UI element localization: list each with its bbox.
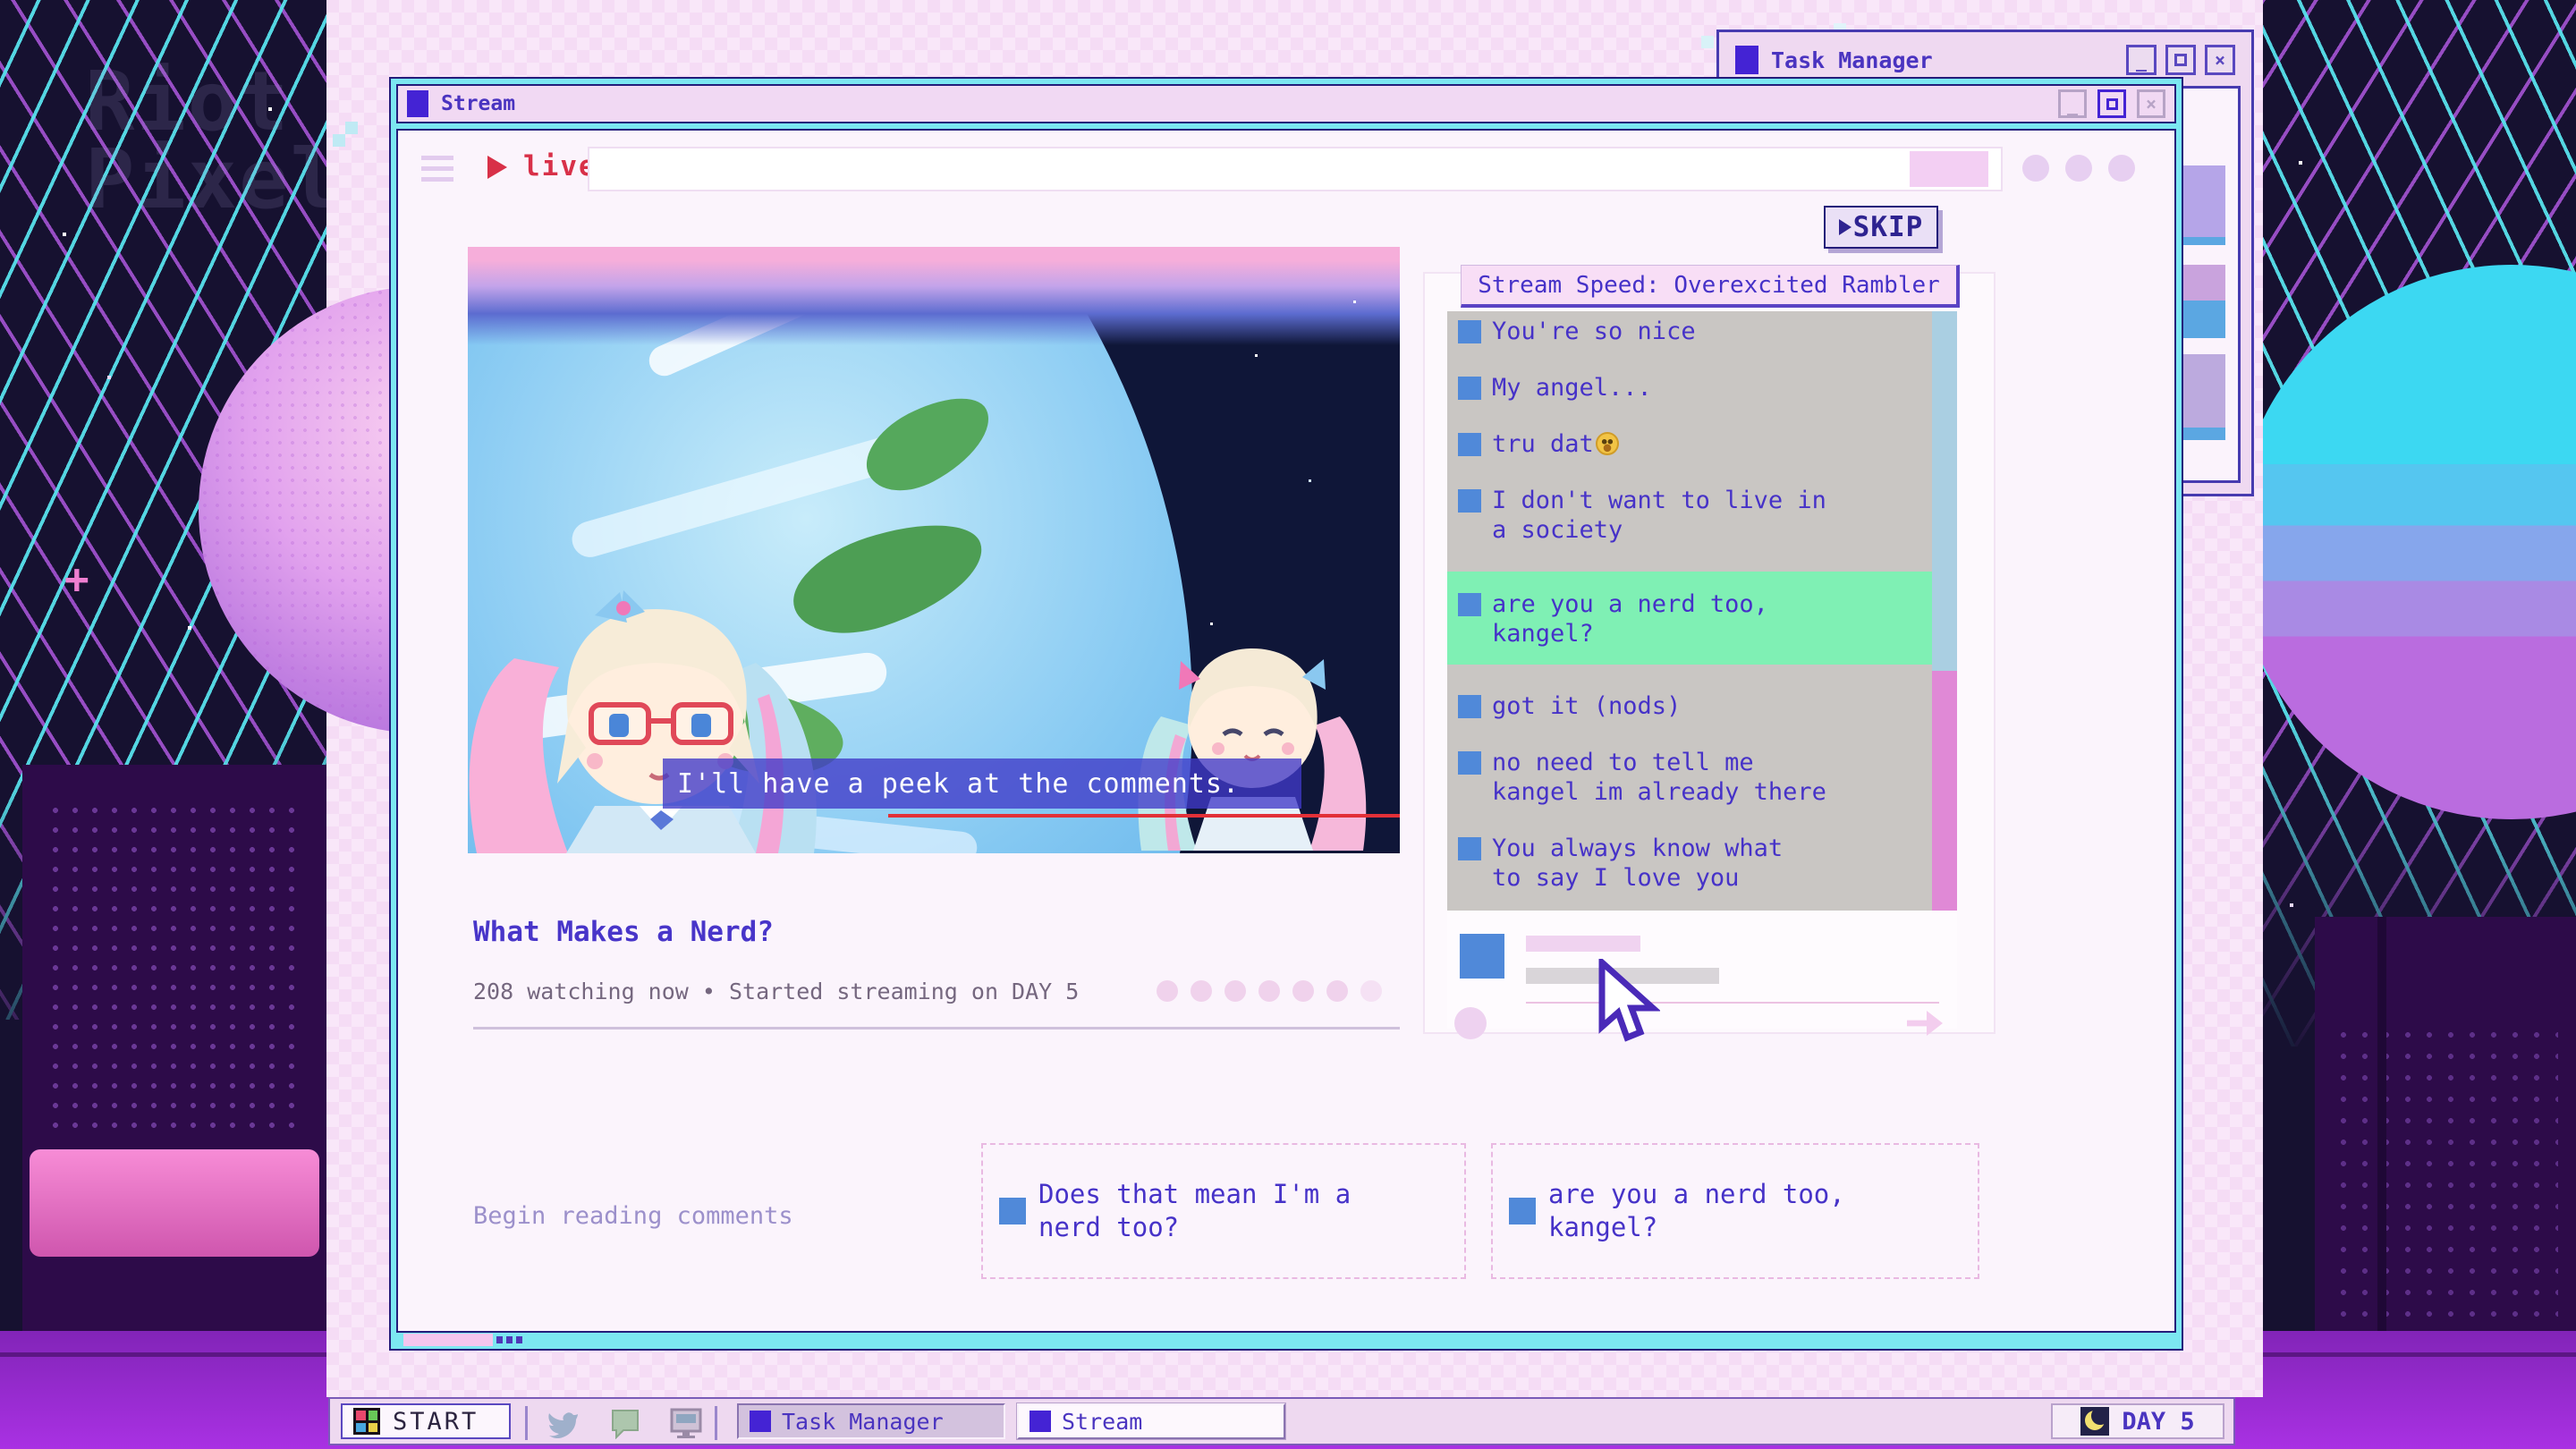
chat-panel: You're so nice My angel... tru dat I don… [1423,272,1996,1034]
maximize-icon [2174,54,2187,66]
chat-avatar [1458,489,1481,513]
taskbar-button-task-manager[interactable]: Task Manager [737,1403,1005,1439]
chat-avatar [1458,751,1481,775]
video-player: I'll have a peek at the comments. [468,247,1400,853]
chat-avatar [1458,433,1481,456]
maximize-button[interactable] [2097,89,2126,118]
live-badge: live [523,150,597,182]
stream-title: What Makes a Nerd? [473,916,774,948]
chat-message-list: You're so nice My angel... tru dat I don… [1447,311,1932,911]
pink-cylinder [30,1149,319,1257]
chat-message: I don't want to live ina society [1458,486,1921,545]
taskbar-clock: DAY 5 [2051,1403,2224,1439]
chat-message: You always know whatto say I love you [1458,834,1921,893]
begin-reading-label: Begin reading comments [473,1202,793,1230]
chrome-dot-icon [2065,155,2092,182]
bird-icon[interactable] [543,1406,586,1442]
stream-stats: 208 watching now • Started streaming on … [473,979,1079,1004]
speaker-grille [46,801,303,1131]
stream-window-icon [407,90,428,117]
task-manager-titlebar[interactable]: Task Manager _ × [1728,39,2242,80]
play-icon [1839,219,1852,235]
chat-message: My angel... [1458,373,1921,402]
divider [473,1027,1400,1030]
window-icon [1030,1411,1051,1432]
scrollbar-track[interactable] [1932,311,1957,671]
menu-icon[interactable] [421,156,453,188]
separator [715,1406,717,1440]
address-bar[interactable] [588,147,2003,191]
chat-message: no need to tell mekangel im already ther… [1458,748,1921,807]
comment-choice-1[interactable]: Does that mean I'm anerd too? [981,1143,1466,1279]
chat-avatar [1458,837,1481,860]
close-button[interactable]: × [2137,89,2165,118]
chat-avatar [1458,695,1481,718]
separator [525,1406,528,1440]
chat-message: got it (nods) [1458,691,1921,721]
skip-button[interactable]: SKIP [1824,206,1938,249]
chat-avatar [999,1198,1026,1224]
chat-avatar [1458,593,1481,616]
pixel-sprinkles [0,0,13,13]
stream-window: Stream _ × live SKIP [389,77,2183,1351]
chat-avatar [1458,320,1481,343]
scrollbar-thumb[interactable] [1932,671,1957,911]
chat-avatar [1509,1198,1536,1224]
input-placeholder-bar [1526,936,1640,952]
start-button[interactable]: START [341,1403,511,1439]
moon-icon [2080,1407,2109,1436]
chat-input-area[interactable] [1447,911,1957,1029]
comment-choice-2[interactable]: are you a nerd too,kangel? [1491,1143,1979,1279]
day-label: DAY 5 [2122,1408,2194,1436]
chat-bubble-icon[interactable] [604,1406,647,1442]
viewer-dots [1157,980,1382,1002]
task-manager-title: Task Manager [1771,47,1933,73]
progress-line [888,814,1400,818]
stream-page: live SKIP [396,129,2176,1333]
windows-logo-icon [353,1408,380,1435]
send-icon[interactable] [1907,1011,1943,1036]
subtitle: I'll have a peek at the comments. [663,758,1301,809]
smiley-emoji-icon [1596,432,1619,455]
emote-button[interactable] [1454,1007,1487,1039]
space-stars [468,247,470,250]
task-manager-icon [1735,46,1758,74]
chat-message: tru dat [1458,429,1921,459]
taskbar-button-stream[interactable]: Stream [1017,1403,1285,1439]
chrome-dot-icon [2022,155,2049,182]
chat-message-highlighted: are you a nerd too,kangel? [1447,572,1932,665]
loading-bar [403,1334,493,1346]
close-button[interactable]: × [2205,45,2235,75]
address-bar-button[interactable] [1910,151,1988,187]
maximize-button[interactable] [2165,45,2196,75]
stream-speed-label: Stream Speed: Overexcited Rambler [1461,265,1960,308]
minimize-button[interactable]: _ [2058,89,2087,118]
stream-titlebar[interactable]: Stream _ × [396,84,2176,123]
chat-avatar [1458,377,1481,400]
monitor-icon[interactable] [665,1406,708,1442]
chat-message: You're so nice [1458,317,1921,346]
sparkle-icon: + [64,555,89,603]
maximize-icon [2106,98,2118,110]
stream-window-title: Stream [441,92,515,115]
speaker-grille [2333,1024,2558,1319]
game-screen: + + Riot Pixels Task Manager _ × [0,0,2576,1449]
input-underline [1526,1002,1939,1004]
chrome-dot-icon [2108,155,2135,182]
taskbar: START Task Manager Stream DAY 5 [328,1397,2235,1445]
chat-scrollbar[interactable] [1932,311,1957,911]
sky-gradient [468,247,1400,345]
play-icon [487,156,507,179]
minimize-button[interactable]: _ [2126,45,2157,75]
mouse-cursor [1597,959,1660,1045]
user-avatar [1460,934,1504,979]
window-icon [750,1411,771,1432]
